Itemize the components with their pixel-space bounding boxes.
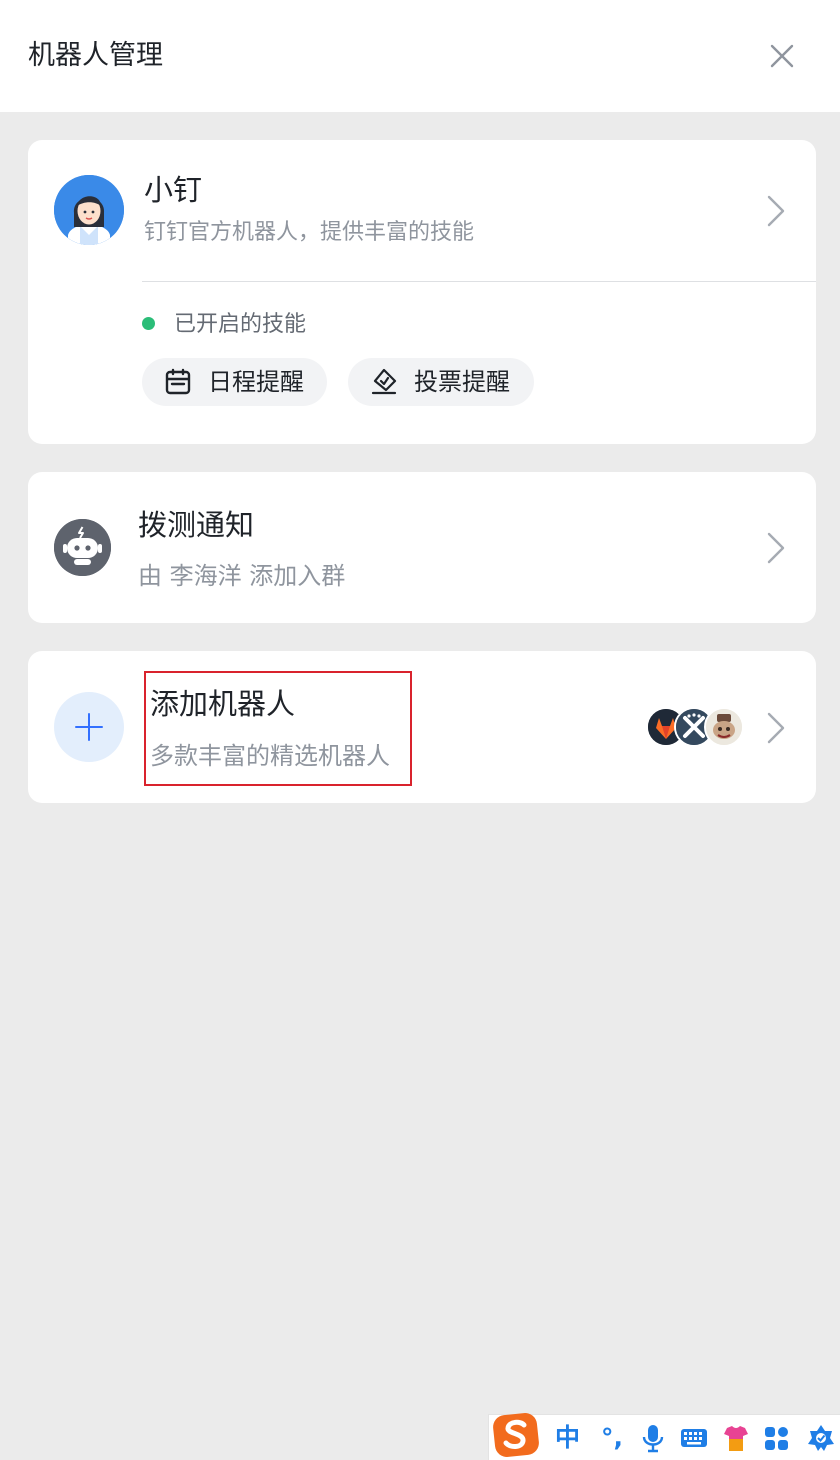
ime-toolbar: 中 °, [488,1413,840,1460]
ime-mode-toggle[interactable]: 中 [555,1423,580,1453]
add-robot-button[interactable] [54,692,124,762]
apps-icon[interactable] [764,1423,790,1453]
status-dot [142,317,155,330]
keyboard-icon[interactable] [680,1423,708,1453]
robot-avatar [54,519,111,576]
chevron-right-icon [767,712,785,744]
enabled-skills-label: 已开启的技能 [174,312,307,337]
skin-icon[interactable] [723,1423,749,1453]
divider [142,281,816,282]
add-robot-card[interactable]: 添加机器人 多款丰富的精选机器人 [28,651,816,803]
calendar-icon [165,368,191,395]
ime-punctuation-toggle[interactable]: °, [601,1423,623,1453]
skill-label: 日程提醒 [208,368,304,396]
microphone-icon[interactable] [641,1423,665,1453]
robot-card-dial-test[interactable]: 拨测通知 由 李海洋 添加入群 [28,472,816,623]
robot-name: 拨测通知 [138,508,255,542]
robot-description: 钉钉官方机器人，提供丰富的技能 [144,220,475,245]
chevron-right-icon [767,532,785,564]
header: 机器人管理 [0,0,840,112]
robot-description: 由 李海洋 添加入群 [138,562,346,590]
xiaoding-avatar[interactable] [54,175,124,245]
close-button[interactable] [762,36,802,76]
robot-avatar-icon [704,707,744,747]
robot-card-xiaoding: 小钉 钉钉官方机器人，提供丰富的技能 已开启的技能 日程提醒 投票提醒 [28,140,816,444]
page-title: 机器人管理 [28,40,163,71]
skill-vote-reminder[interactable]: 投票提醒 [348,358,534,406]
skill-label: 投票提醒 [414,368,510,396]
close-icon [770,44,794,68]
plus-icon [75,713,103,741]
robot-name[interactable]: 小钉 [144,170,202,210]
vote-icon [371,368,397,395]
sogou-s-icon[interactable] [491,1409,541,1459]
chevron-right-icon[interactable] [766,194,786,228]
skill-schedule-reminder[interactable]: 日程提醒 [142,358,327,406]
highlight-box [144,671,412,786]
settings-icon[interactable] [807,1423,835,1453]
